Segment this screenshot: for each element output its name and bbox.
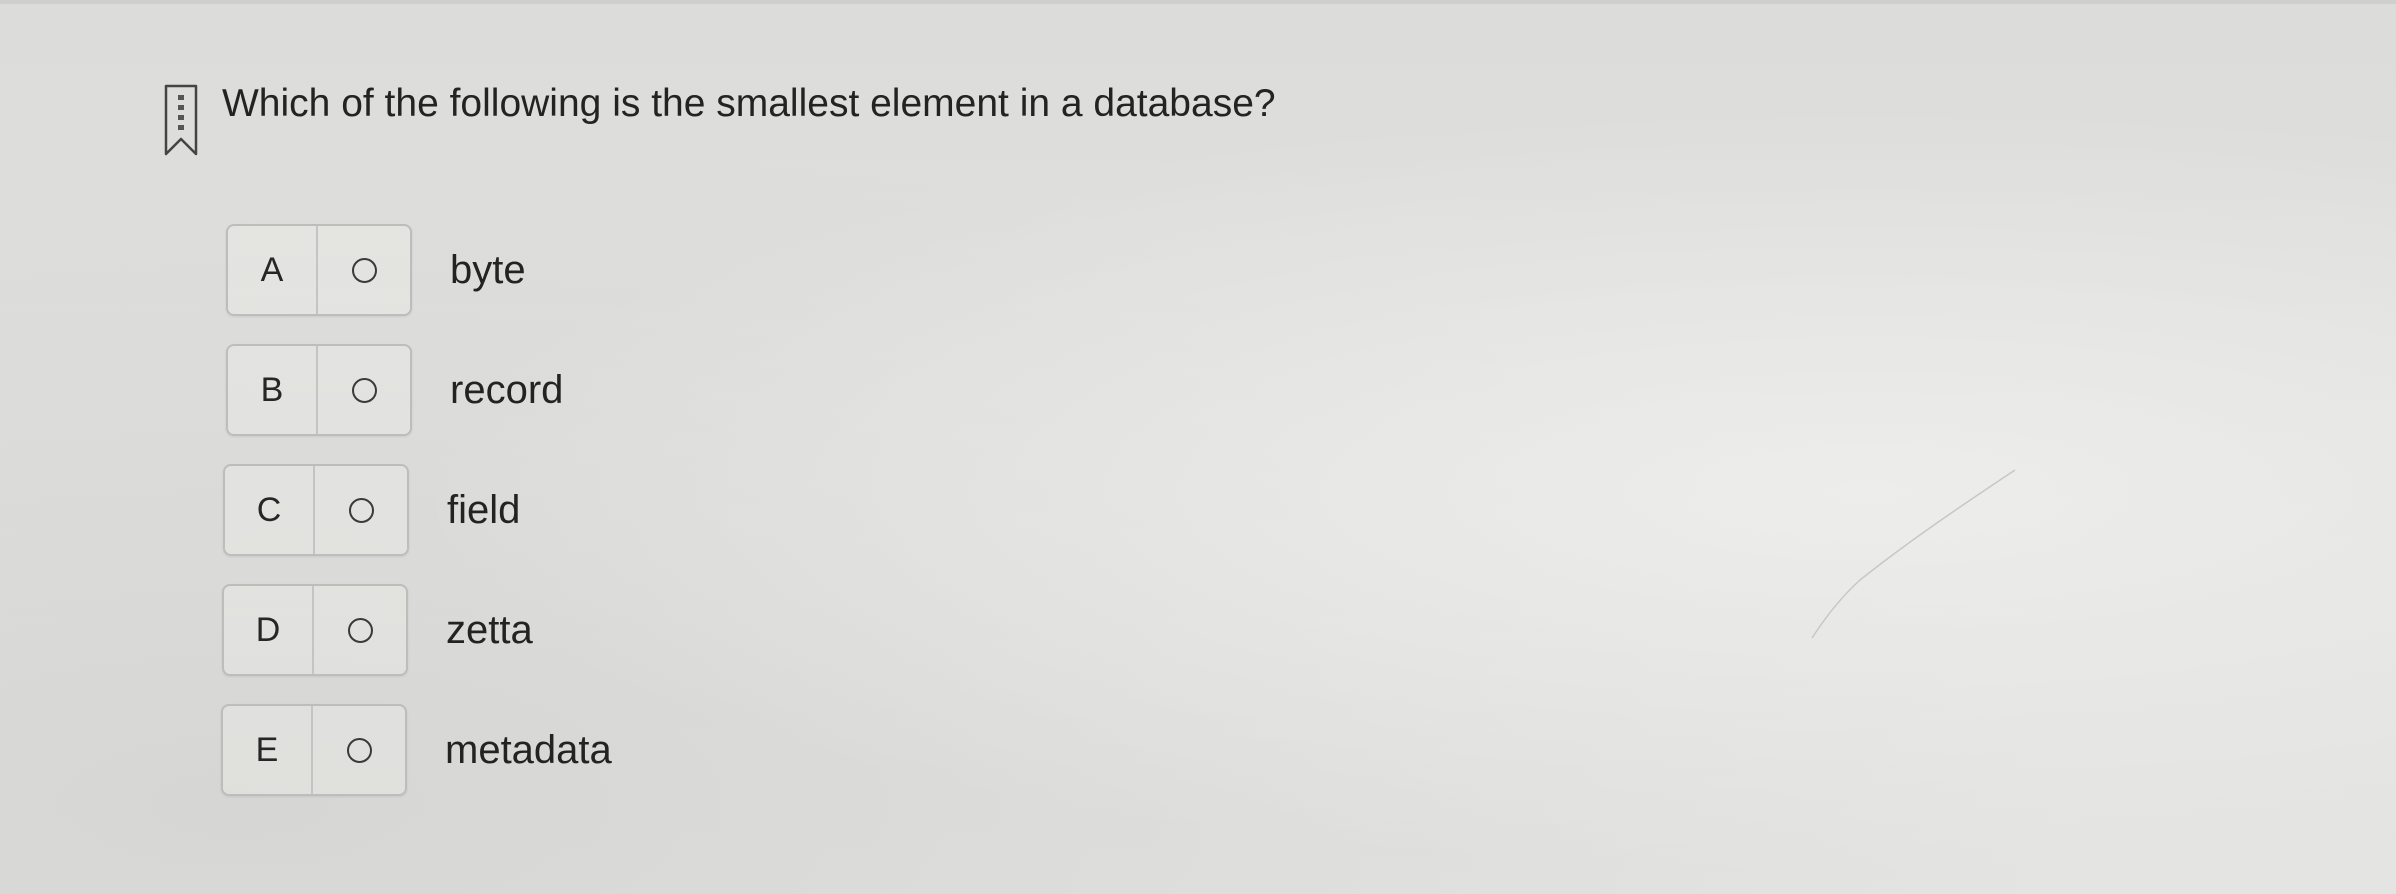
answer-option-a-box[interactable]: A bbox=[226, 224, 412, 316]
option-text[interactable]: field bbox=[447, 488, 520, 533]
radio-unselected-icon[interactable] bbox=[351, 257, 377, 283]
option-radio-cell[interactable] bbox=[315, 466, 407, 554]
answer-option-b[interactable]: B record bbox=[226, 340, 563, 440]
radio-unselected-icon[interactable] bbox=[348, 497, 374, 523]
option-text[interactable]: zetta bbox=[446, 608, 533, 653]
bookmark-icon[interactable] bbox=[163, 83, 199, 157]
option-text[interactable]: record bbox=[450, 368, 563, 413]
screen-scratch-mark bbox=[1811, 469, 2016, 639]
radio-unselected-icon[interactable] bbox=[351, 377, 377, 403]
question-text: Which of the following is the smallest e… bbox=[222, 82, 1276, 125]
option-letter: A bbox=[228, 226, 318, 314]
option-radio-cell[interactable] bbox=[313, 706, 405, 794]
option-radio-cell[interactable] bbox=[318, 346, 410, 434]
option-letter: E bbox=[223, 706, 313, 794]
option-radio-cell[interactable] bbox=[318, 226, 410, 314]
answer-option-c[interactable]: C field bbox=[223, 460, 520, 560]
option-radio-cell[interactable] bbox=[314, 586, 406, 674]
answer-option-e-box[interactable]: E bbox=[221, 704, 407, 796]
option-text[interactable]: metadata bbox=[445, 728, 612, 773]
option-letter: D bbox=[224, 586, 314, 674]
answer-option-b-box[interactable]: B bbox=[226, 344, 412, 436]
answer-option-d-box[interactable]: D bbox=[222, 584, 408, 676]
radio-unselected-icon[interactable] bbox=[347, 617, 373, 643]
option-text[interactable]: byte bbox=[450, 248, 526, 293]
option-letter: C bbox=[225, 466, 315, 554]
answer-option-a[interactable]: A byte bbox=[226, 220, 526, 320]
screen-top-edge bbox=[0, 0, 2396, 4]
answer-option-e[interactable]: E metadata bbox=[221, 700, 612, 800]
option-letter: B bbox=[228, 346, 318, 434]
radio-unselected-icon[interactable] bbox=[346, 737, 372, 763]
answer-option-c-box[interactable]: C bbox=[223, 464, 409, 556]
answer-option-d[interactable]: D zetta bbox=[222, 580, 533, 680]
